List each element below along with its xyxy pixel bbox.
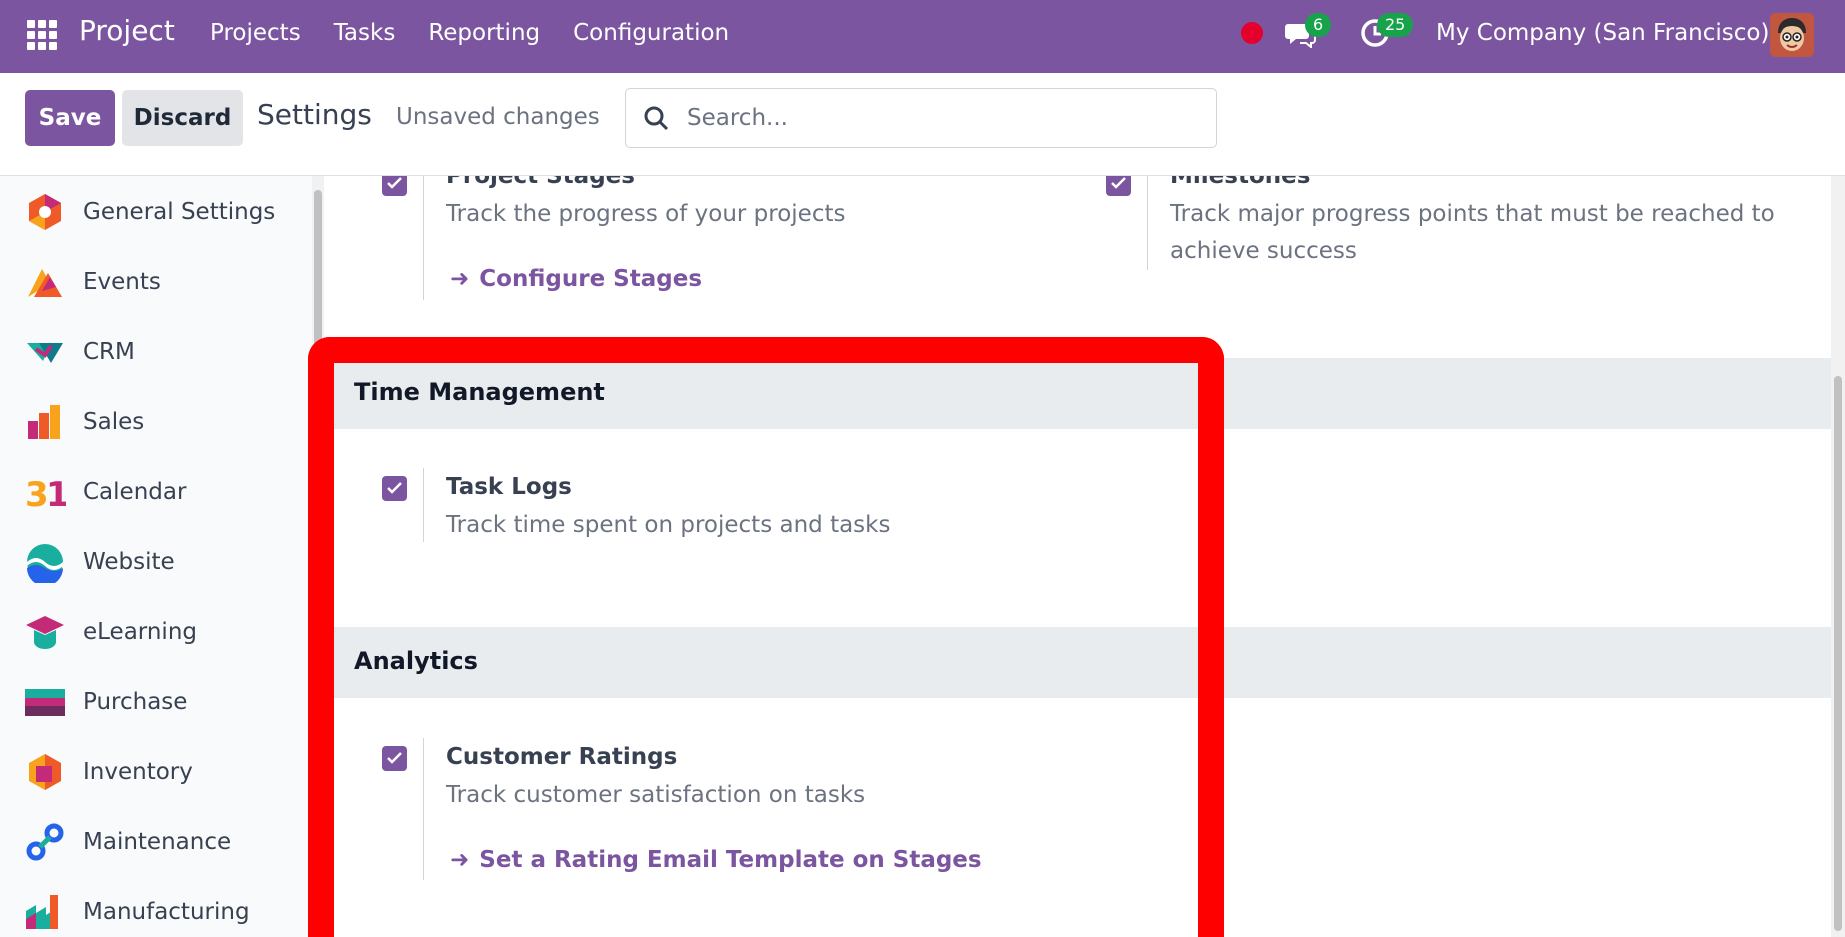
- events-icon: [28, 269, 62, 297]
- content-scrollbar-thumb[interactable]: [1834, 376, 1842, 931]
- sidebar-item-label: Maintenance: [83, 829, 232, 855]
- control-panel: Save Discard Settings Unsaved changes: [0, 73, 1845, 176]
- sidebar-item-purchase[interactable]: Purchase: [24, 677, 187, 727]
- sidebar-item-calendar[interactable]: 3 1 Calendar: [24, 467, 186, 517]
- configure-stages-link[interactable]: ➜ Configure Stages: [450, 266, 702, 292]
- sidebar-scrollbar[interactable]: [312, 176, 324, 937]
- project-stages-title: Project Stages: [446, 176, 635, 189]
- sidebar-item-elearning[interactable]: eLearning: [24, 607, 197, 657]
- status-dot-icon[interactable]: [1241, 22, 1263, 44]
- website-icon: [27, 544, 63, 583]
- arrow-right-icon: ➜: [450, 266, 470, 292]
- sidebar-item-events[interactable]: Events: [24, 257, 161, 307]
- svg-text:1: 1: [46, 475, 66, 513]
- manufacturing-icon: [26, 895, 58, 929]
- sales-icon: [28, 405, 60, 439]
- sidebar-item-label: Website: [83, 549, 175, 575]
- search-input[interactable]: [687, 105, 1187, 131]
- rating-email-template-link[interactable]: ➜ Set a Rating Email Template on Stages: [450, 847, 982, 873]
- search-box[interactable]: [625, 88, 1217, 148]
- sidebar-item-website[interactable]: Website: [24, 537, 175, 587]
- menu-reporting[interactable]: Reporting: [428, 20, 540, 46]
- menu-projects[interactable]: Projects: [210, 20, 301, 46]
- arrow-right-icon: ➜: [450, 847, 470, 873]
- save-button[interactable]: Save: [25, 90, 115, 146]
- user-avatar[interactable]: [1770, 13, 1814, 57]
- time-management-section-header: Time Management: [324, 358, 1831, 429]
- settings-content: Project Stages Track the progress of you…: [324, 176, 1831, 937]
- app-brand[interactable]: Project: [79, 14, 175, 47]
- menu-tasks[interactable]: Tasks: [334, 20, 396, 46]
- divider: [1147, 176, 1148, 270]
- purchase-icon: [25, 689, 65, 716]
- inventory-icon: [29, 754, 61, 790]
- sidebar-item-general-settings[interactable]: General Settings: [24, 187, 275, 237]
- sidebar-item-sales[interactable]: Sales: [24, 397, 144, 447]
- content-scrollbar[interactable]: [1831, 176, 1845, 937]
- discard-button[interactable]: Discard: [122, 90, 243, 146]
- milestones-checkbox[interactable]: [1106, 176, 1131, 196]
- divider: [423, 468, 424, 542]
- sidebar-item-label: Purchase: [83, 689, 188, 715]
- page-title: Settings: [257, 98, 372, 131]
- customer-ratings-checkbox[interactable]: [382, 746, 407, 771]
- menu-configuration[interactable]: Configuration: [573, 20, 729, 46]
- customer-ratings-title: Customer Ratings: [446, 744, 678, 770]
- sidebar-item-label: Sales: [83, 409, 145, 435]
- main-menu: Projects Tasks Reporting Configuration: [210, 20, 762, 46]
- task-logs-checkbox[interactable]: [382, 476, 407, 501]
- sidebar-item-label: CRM: [83, 339, 135, 365]
- sidebar-item-label: Calendar: [83, 479, 187, 505]
- customer-ratings-description: Track customer satisfaction on tasks: [446, 782, 866, 808]
- sidebar-item-label: Manufacturing: [83, 899, 250, 925]
- task-logs-title: Task Logs: [446, 474, 572, 500]
- calendar-icon: 3 1: [25, 475, 66, 513]
- top-navbar: Project Projects Tasks Reporting Configu…: [0, 0, 1845, 73]
- configure-stages-label: Configure Stages: [479, 266, 703, 292]
- crm-icon: [27, 343, 63, 363]
- sidebar-item-label: Events: [83, 269, 161, 295]
- sidebar-item-inventory[interactable]: Inventory: [24, 747, 193, 797]
- task-logs-description: Track time spent on projects and tasks: [446, 512, 891, 538]
- rating-email-template-label: Set a Rating Email Template on Stages: [479, 847, 982, 873]
- settings-sidebar: General Settings Events CRM Sales 3 1 Ca…: [0, 176, 312, 937]
- divider: [423, 176, 424, 300]
- divider: [423, 738, 424, 880]
- milestones-title: Milestones: [1170, 176, 1311, 189]
- section-title: Analytics: [354, 647, 478, 675]
- general-settings-icon: [29, 194, 61, 230]
- section-title: Time Management: [354, 378, 605, 406]
- company-switcher[interactable]: My Company (San Francisco): [1436, 20, 1769, 46]
- apps-menu-icon[interactable]: [27, 20, 57, 50]
- sidebar-item-crm[interactable]: CRM: [24, 327, 135, 377]
- project-stages-checkbox[interactable]: [382, 176, 407, 196]
- unsaved-status: Unsaved changes: [396, 104, 600, 130]
- sidebar-item-label: eLearning: [83, 619, 198, 645]
- sidebar-scrollbar-thumb[interactable]: [314, 190, 322, 350]
- maintenance-icon: [26, 823, 64, 861]
- messages-badge: 6: [1305, 13, 1332, 37]
- milestones-description: Track major progress points that must be…: [1170, 201, 1775, 264]
- sidebar-item-manufacturing[interactable]: Manufacturing: [24, 887, 250, 937]
- project-stages-description: Track the progress of your projects: [446, 201, 846, 227]
- sidebar-item-label: Inventory: [83, 759, 193, 785]
- sidebar-item-label: General Settings: [83, 199, 276, 225]
- search-icon: [644, 106, 669, 131]
- elearning-icon: [26, 616, 64, 649]
- analytics-section-header: Analytics: [324, 627, 1831, 698]
- sidebar-item-maintenance[interactable]: Maintenance: [24, 817, 231, 867]
- activities-badge: 25: [1377, 13, 1414, 37]
